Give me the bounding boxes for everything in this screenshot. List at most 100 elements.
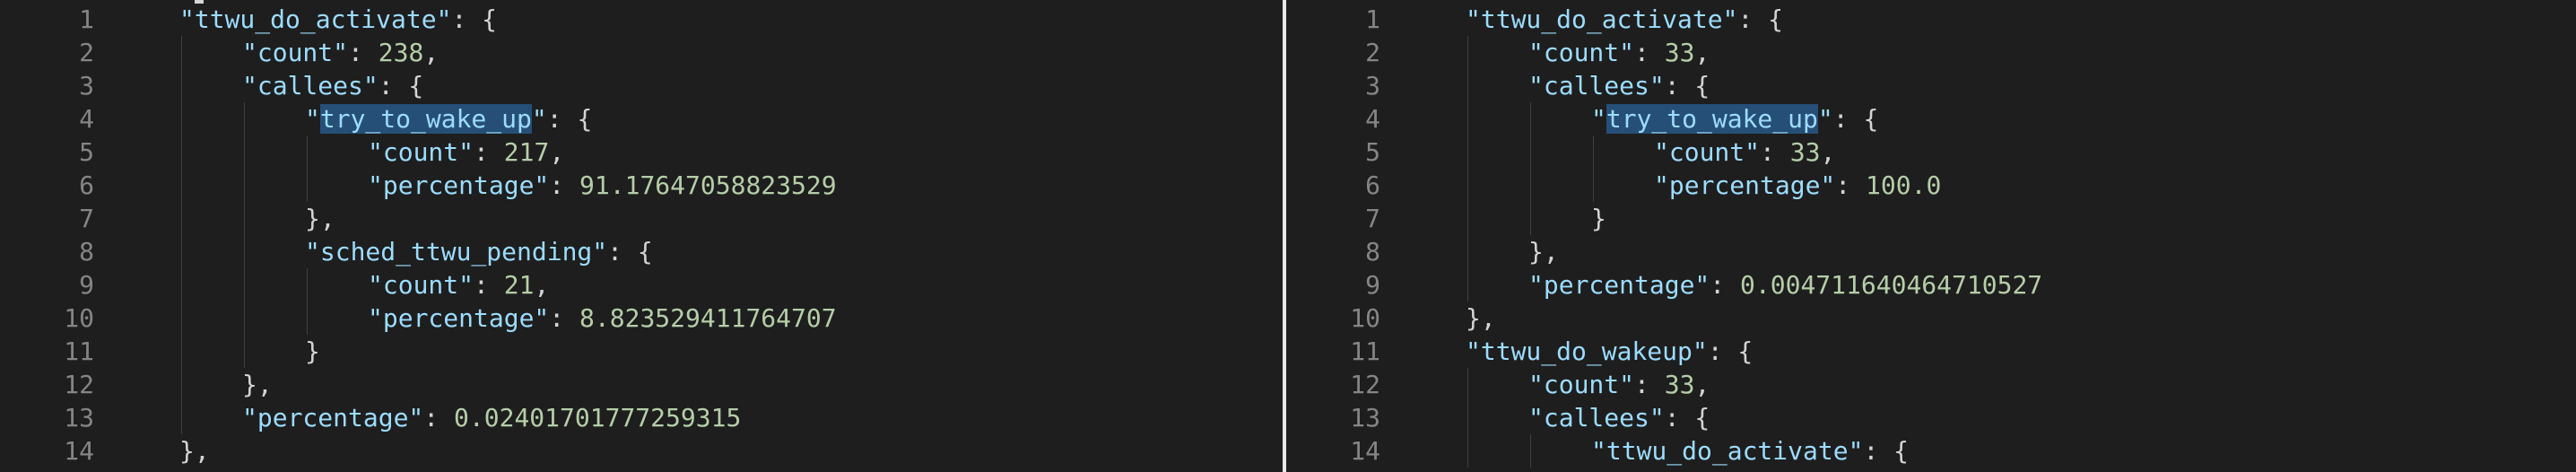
- code-line[interactable]: "callees": {: [242, 69, 423, 102]
- json-key: "count": [1528, 38, 1635, 67]
- code-line[interactable]: },: [179, 434, 210, 468]
- json-punctuation: }: [305, 337, 320, 366]
- code-line[interactable]: "sched_ttwu_pending": {: [305, 235, 653, 268]
- json-punctuation: :: [348, 38, 379, 67]
- right-editor-pane[interactable]: 1 2 3 4 5 6 7 8 9 10 11 12 13 14 "ttwu_do_activate": …: [1286, 0, 2576, 472]
- json-number: 33: [1664, 38, 1695, 67]
- json-punctuation: },: [1528, 237, 1559, 267]
- json-punctuation: ,: [549, 137, 565, 167]
- json-key: "count": [368, 137, 474, 167]
- json-key: "count": [1654, 137, 1761, 167]
- diff-editor: 1 2 3 4 5 6 7 8 9 10 11 12 13 14 "ttwu_do_activate": …: [0, 0, 2576, 472]
- indent-guide: [1593, 135, 1594, 202]
- json-punctuation: ,: [1820, 137, 1836, 167]
- json-punctuation: ,: [1694, 38, 1710, 67]
- code-line[interactable]: "ttwu_do_wakeup": {: [1466, 335, 1753, 368]
- json-number: 91.17647058823529: [579, 170, 837, 200]
- json-number: 0.02401701777259315: [454, 403, 742, 433]
- json-key: "percentage": [242, 403, 424, 433]
- indent-guide: [1467, 368, 1468, 468]
- json-punctuation: : {: [1737, 4, 1784, 34]
- json-punctuation: :: [474, 270, 504, 300]
- json-punctuation: },: [1466, 303, 1496, 333]
- json-key: "count": [1528, 370, 1635, 399]
- code-line[interactable]: }: [305, 335, 320, 368]
- json-punctuation: :: [423, 403, 455, 433]
- json-punctuation: : {: [1832, 104, 1879, 134]
- json-key: "count": [368, 270, 474, 300]
- code-line[interactable]: "try_to_wake_up": {: [1591, 102, 1878, 135]
- json-key: "callees": [1528, 403, 1665, 433]
- json-number: 238: [378, 38, 424, 67]
- json-key: ": [531, 104, 547, 134]
- json-punctuation: : {: [1664, 403, 1710, 433]
- code-line[interactable]: "callees": {: [1528, 69, 1710, 102]
- code-line[interactable]: "count": 217,: [368, 135, 564, 169]
- json-punctuation: :: [1634, 370, 1665, 399]
- json-key: "sched_ttwu_pending": [305, 237, 608, 267]
- search-highlight: try_to_wake_up: [319, 104, 532, 134]
- indent-guide: [307, 268, 308, 335]
- json-punctuation: : {: [451, 4, 498, 34]
- code-line[interactable]: "count": 33,: [1528, 368, 1710, 401]
- json-key: ": [1591, 104, 1606, 134]
- code-line[interactable]: "callees": {: [1528, 401, 1710, 434]
- json-key: "percentage": [368, 170, 550, 200]
- json-punctuation: : {: [1863, 436, 1910, 466]
- code-line[interactable]: },: [1528, 235, 1559, 268]
- json-number: 217: [503, 137, 550, 167]
- code-line[interactable]: "count": 21,: [368, 268, 549, 302]
- json-punctuation: :: [549, 170, 580, 200]
- json-key: "count": [242, 38, 349, 67]
- json-punctuation: ,: [1694, 370, 1710, 399]
- code-area[interactable]: "ttwu_do_activate": {"count": 33, "callee…: [1286, 0, 2576, 472]
- json-punctuation: :: [1634, 38, 1665, 67]
- json-key: "percentage": [1528, 270, 1710, 300]
- text-cursor: [195, 0, 204, 4]
- json-punctuation: }: [1591, 204, 1606, 233]
- indent-guide: [1467, 36, 1468, 302]
- code-line[interactable]: },: [242, 368, 273, 401]
- json-number: 33: [1664, 370, 1695, 399]
- json-punctuation: },: [305, 204, 335, 233]
- json-punctuation: :: [1760, 137, 1790, 167]
- code-line[interactable]: "try_to_wake_up": {: [305, 102, 592, 135]
- json-number: 100.0: [1866, 170, 1942, 200]
- search-highlight: try_to_wake_up: [1606, 104, 1818, 134]
- code-line[interactable]: }: [1591, 202, 1606, 235]
- code-line[interactable]: "percentage": 0.02401701777259315: [242, 401, 741, 434]
- code-line[interactable]: "ttwu_do_activate": {: [1591, 434, 1909, 468]
- json-key: "ttwu_do_activate": [1466, 4, 1738, 34]
- code-line[interactable]: "percentage": 100.0: [1654, 169, 1941, 202]
- code-area[interactable]: "ttwu_do_activate": {"count": 238, "calle…: [0, 0, 1283, 472]
- code-line[interactable]: "count": 33,: [1528, 36, 1710, 69]
- code-line[interactable]: "count": 238,: [242, 36, 439, 69]
- code-line[interactable]: "percentage": 0.004711640464710527: [1528, 268, 2042, 302]
- indent-guide: [1530, 434, 1531, 468]
- left-editor-pane[interactable]: 1 2 3 4 5 6 7 8 9 10 11 12 13 14 "ttwu_do_activate": …: [0, 0, 1283, 472]
- json-number: 33: [1789, 137, 1821, 167]
- json-number: 21: [503, 270, 535, 300]
- code-line[interactable]: "ttwu_do_activate": {: [1466, 3, 1783, 36]
- json-punctuation: : {: [378, 71, 424, 101]
- json-number: 8.823529411764707: [579, 303, 837, 333]
- indent-guide: [307, 135, 308, 202]
- code-line[interactable]: },: [305, 202, 335, 235]
- code-line[interactable]: "percentage": 8.823529411764707: [368, 302, 837, 335]
- json-punctuation: :: [474, 137, 504, 167]
- code-line[interactable]: "ttwu_do_activate": {: [179, 3, 497, 36]
- json-punctuation: :: [1835, 170, 1867, 200]
- json-number: 0.004711640464710527: [1740, 270, 2043, 300]
- json-punctuation: },: [179, 436, 210, 466]
- indent-guide: [181, 36, 182, 434]
- json-key: "percentage": [368, 303, 550, 333]
- json-punctuation: :: [549, 303, 580, 333]
- json-punctuation: ,: [534, 270, 550, 300]
- code-line[interactable]: "percentage": 91.17647058823529: [368, 169, 837, 202]
- json-key: ": [305, 104, 320, 134]
- json-key: "callees": [242, 71, 379, 101]
- code-line[interactable]: "count": 33,: [1654, 135, 1835, 169]
- json-key: "ttwu_do_activate": [1591, 436, 1864, 466]
- json-punctuation: ,: [423, 38, 439, 67]
- code-line[interactable]: },: [1466, 302, 1496, 335]
